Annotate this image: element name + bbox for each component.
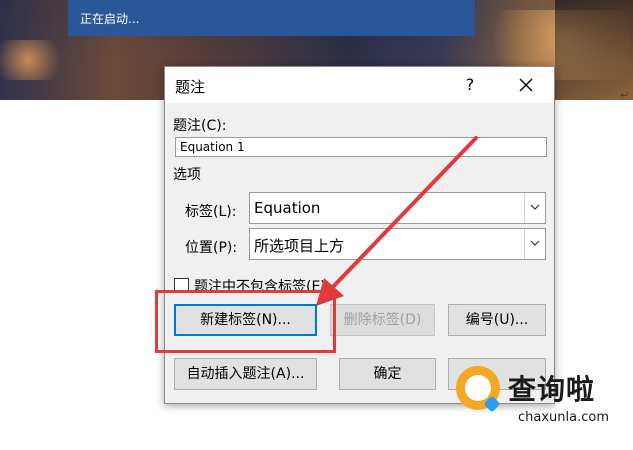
site-watermark: 查询啦 chaxunla.com xyxy=(448,360,633,450)
watermark-brand-cn: 查询啦 xyxy=(508,373,596,406)
watermark-brand-en: chaxunla.com xyxy=(518,410,609,425)
